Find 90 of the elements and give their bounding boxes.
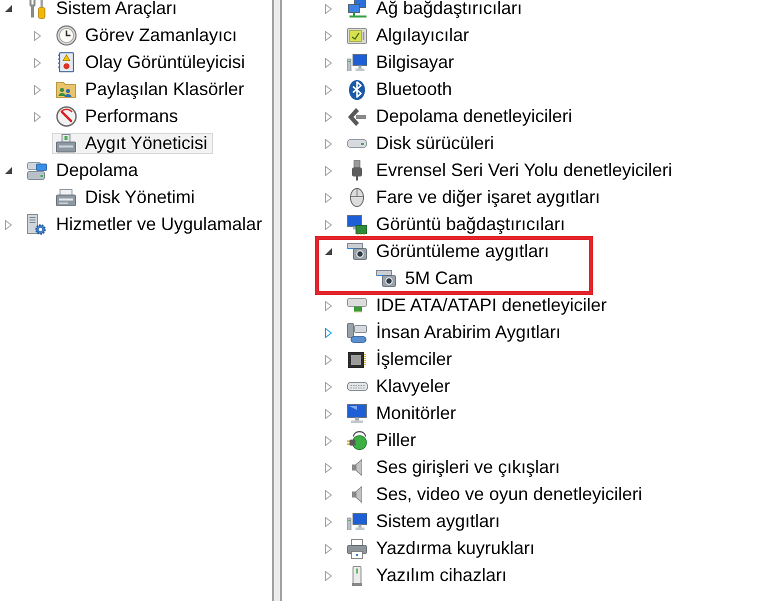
tree-item[interactable]: Klavyeler bbox=[343, 376, 456, 397]
collapsed-arrow-icon[interactable] bbox=[324, 300, 332, 310]
server-gear-icon bbox=[27, 214, 47, 236]
collapsed-arrow-icon[interactable] bbox=[324, 328, 332, 338]
mouse-icon bbox=[350, 188, 364, 207]
collapsed-arrow-icon[interactable] bbox=[324, 4, 332, 14]
collapsed-arrow-icon[interactable] bbox=[34, 30, 40, 40]
storage-icon bbox=[27, 162, 47, 180]
collapsed-arrow-icon[interactable] bbox=[324, 570, 332, 580]
expanded-arrow-icon[interactable] bbox=[4, 5, 12, 12]
tree-item[interactable]: Disk Yönetimi bbox=[52, 187, 201, 208]
tree-item[interactable]: Bilgisayar bbox=[343, 52, 460, 73]
tree-item[interactable]: Hizmetler ve Uygulamalar bbox=[23, 214, 268, 235]
collapsed-arrow-icon[interactable] bbox=[324, 30, 332, 40]
collapsed-arrow-icon[interactable] bbox=[324, 462, 332, 472]
tools-icon bbox=[28, 0, 46, 19]
bluetooth-icon bbox=[349, 80, 365, 100]
tree-item[interactable]: Depolama denetleyicileri bbox=[343, 106, 578, 127]
camera-icon bbox=[376, 270, 396, 287]
tree-item[interactable]: Paylaşılan Klasörler bbox=[52, 79, 250, 100]
chevron-icon bbox=[348, 108, 366, 126]
tree-item[interactable]: Algılayıcılar bbox=[343, 25, 476, 46]
collapsed-arrow-icon[interactable] bbox=[34, 84, 40, 94]
tree-item[interactable]: Monitörler bbox=[343, 403, 462, 424]
computer-icon bbox=[346, 54, 368, 72]
collapsed-arrow-icon[interactable] bbox=[324, 138, 332, 148]
usb-plug-icon bbox=[352, 160, 362, 181]
collapsed-arrow-icon[interactable] bbox=[324, 544, 332, 554]
clock-icon bbox=[56, 25, 76, 46]
tree-item[interactable]: Ses girişleri ve çıkışları bbox=[343, 457, 566, 478]
tree-item[interactable]: Depolama bbox=[23, 160, 144, 181]
collapsed-arrow-icon[interactable] bbox=[324, 84, 332, 94]
collapsed-arrow-icon[interactable] bbox=[324, 112, 332, 122]
tree-item[interactable]: Yazdırma kuyrukları bbox=[343, 538, 541, 559]
tree-item[interactable]: Piller bbox=[343, 430, 422, 451]
camera-icon bbox=[347, 243, 367, 260]
tree-item[interactable]: Bluetooth bbox=[343, 79, 458, 100]
printer-icon bbox=[347, 538, 367, 558]
expanded-arrow-icon[interactable] bbox=[324, 248, 332, 255]
expanded-arrow-icon[interactable] bbox=[4, 167, 12, 174]
tree-item[interactable]: Ağ bağdaştırıcıları bbox=[343, 0, 528, 19]
collapsed-arrow-icon[interactable] bbox=[324, 516, 332, 526]
collapsed-arrow-icon[interactable] bbox=[324, 58, 332, 68]
collapsed-arrow-icon[interactable] bbox=[34, 58, 40, 68]
tree-item[interactable]: 5M Cam bbox=[372, 268, 480, 289]
collapsed-arrow-icon[interactable] bbox=[34, 112, 40, 122]
tree-item[interactable]: Sistem aygıtları bbox=[343, 511, 506, 532]
collapsed-arrow-icon[interactable] bbox=[324, 166, 332, 176]
tree-item[interactable]: Ses, video ve oyun denetleyicileri bbox=[343, 484, 648, 505]
shared-folder-icon bbox=[56, 82, 76, 98]
tree-item[interactable]: Performans bbox=[52, 106, 184, 127]
power-plug-icon bbox=[346, 430, 368, 450]
collapsed-arrow-icon[interactable] bbox=[324, 436, 332, 446]
collapsed-arrow-icon[interactable] bbox=[324, 354, 332, 364]
tree-item[interactable]: İşlemciler bbox=[343, 349, 458, 370]
tree-item[interactable]: IDE ATA/ATAPI denetleyiciler bbox=[343, 295, 613, 316]
collapsed-arrow-icon[interactable] bbox=[324, 220, 332, 230]
collapsed-arrow-icon[interactable] bbox=[324, 382, 332, 392]
tree-item[interactable]: İnsan Arabirim Aygıtları bbox=[343, 322, 567, 343]
network-icon bbox=[348, 0, 366, 18]
monitor-icon bbox=[347, 404, 367, 423]
tree-item[interactable]: Yazılım cihazları bbox=[343, 565, 513, 586]
speaker-icon bbox=[352, 459, 362, 476]
pane-splitter[interactable] bbox=[272, 0, 282, 601]
tree-item[interactable]: Görüntü bağdaştırıcıları bbox=[343, 214, 572, 235]
collapsed-arrow-icon[interactable] bbox=[4, 220, 12, 230]
log-book-icon bbox=[58, 52, 74, 73]
disk-drive-icon bbox=[56, 188, 76, 206]
tree-item[interactable]: Aygıt Yöneticisi bbox=[52, 133, 214, 154]
computer-icon bbox=[346, 512, 368, 530]
tree-item[interactable]: Olay Görüntüleyicisi bbox=[52, 52, 252, 73]
gauge-icon bbox=[56, 106, 76, 127]
speaker-icon bbox=[352, 486, 362, 503]
chip-icon bbox=[348, 352, 366, 368]
machine-icon bbox=[56, 134, 76, 153]
device-icon bbox=[352, 566, 362, 586]
tree-item[interactable]: Görüntüleme aygıtları bbox=[343, 241, 556, 262]
keyboard-icon bbox=[346, 382, 368, 391]
tree-item[interactable]: Görev Zamanlayıcı bbox=[52, 25, 244, 46]
tree-item[interactable]: Fare ve diğer işaret aygıtları bbox=[343, 187, 606, 208]
tree-item[interactable]: Disk sürücüleri bbox=[343, 133, 500, 154]
tree-item[interactable]: Evrensel Seri Veri Yolu denetleyicileri bbox=[343, 160, 678, 181]
collapsed-arrow-icon[interactable] bbox=[324, 192, 332, 202]
check-panel-icon bbox=[347, 28, 367, 44]
tree-item[interactable]: Sistem Araçları bbox=[23, 0, 184, 19]
collapsed-arrow-icon[interactable] bbox=[324, 408, 332, 418]
input-devices-icon bbox=[347, 322, 367, 342]
collapsed-arrow-icon[interactable] bbox=[324, 490, 332, 500]
ide-drive-icon bbox=[347, 298, 367, 313]
display-adapter-icon bbox=[346, 214, 368, 234]
